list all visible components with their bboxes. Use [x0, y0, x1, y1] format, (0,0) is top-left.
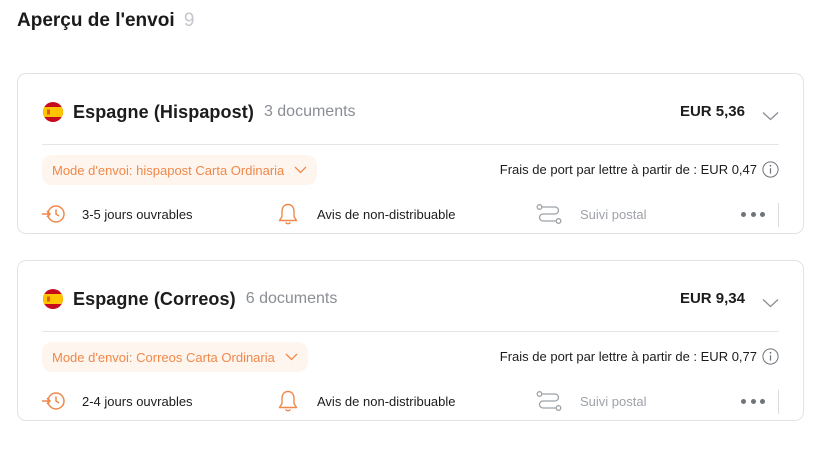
- undeliverable-notice-label: Avis de non-distribuable: [317, 393, 456, 409]
- more-dot: [760, 398, 765, 404]
- shipment-count: 9: [183, 10, 195, 31]
- more-dot: [750, 398, 756, 404]
- chevron-down-icon: [285, 353, 298, 361]
- postage-text: Frais de port par lettre à partir de : E…: [499, 349, 757, 364]
- shipment-price: EUR 5,36: [679, 103, 745, 120]
- shipment-card: Espagne (Correos) 6 documents EUR 9,34 M…: [17, 260, 804, 421]
- vertical-divider: [778, 203, 779, 227]
- shipment-card-header: Espagne (Hispapost) 3 documents: [43, 99, 356, 125]
- undeliverable-notice: Avis de non-distribuable: [275, 202, 456, 226]
- shipping-mode-select[interactable]: Mode d'envoi: hispapost Carta Ordinaria: [42, 155, 318, 185]
- delivery-time-label: 3-5 jours ouvrables: [82, 206, 193, 222]
- undeliverable-notice: Avis de non-distribuable: [275, 389, 456, 413]
- info-icon[interactable]: [762, 348, 779, 365]
- shipment-country: Espagne (Hispapost): [73, 101, 254, 122]
- postal-tracking: Suivi postal: [536, 389, 646, 413]
- chevron-down-icon[interactable]: [762, 108, 779, 121]
- info-icon[interactable]: [762, 161, 779, 178]
- spain-flag-icon: [43, 102, 63, 122]
- undeliverable-notice-label: Avis de non-distribuable: [317, 206, 456, 222]
- route-icon: [536, 389, 562, 413]
- shipping-mode-label: Mode d'envoi: hispapost Carta Ordinaria: [52, 162, 285, 178]
- bell-icon: [275, 389, 301, 413]
- shipping-mode-select[interactable]: Mode d'envoi: Correos Carta Ordinaria: [42, 342, 308, 372]
- shipment-card: Espagne (Hispapost) 3 documents EUR 5,36…: [17, 73, 804, 234]
- shipment-doc-count: 3 documents: [263, 103, 356, 120]
- divider: [42, 144, 779, 145]
- vertical-divider: [778, 390, 779, 414]
- page-header: Aperçu de l'envoi 9: [17, 10, 194, 32]
- clock-arrow-icon: [41, 202, 67, 226]
- spain-flag-icon: [43, 289, 63, 309]
- clock-arrow-icon: [41, 389, 67, 413]
- postal-tracking-label: Suivi postal: [580, 206, 647, 222]
- page-title: Aperçu de l'envoi: [17, 10, 175, 31]
- route-icon: [536, 202, 562, 226]
- more-dot: [760, 211, 765, 217]
- more-dot: [741, 211, 746, 217]
- postage-info: Frais de port par lettre à partir de : E…: [500, 161, 779, 178]
- postal-tracking-label: Suivi postal: [580, 393, 647, 409]
- bell-icon: [275, 202, 301, 226]
- delivery-time: 2-4 jours ouvrables: [41, 389, 193, 413]
- chevron-down-icon: [294, 166, 307, 174]
- more-dot: [750, 211, 756, 217]
- shipment-card-header: Espagne (Correos) 6 documents: [43, 286, 337, 312]
- more-options-button[interactable]: [741, 204, 765, 224]
- chevron-down-icon[interactable]: [762, 295, 779, 308]
- shipment-doc-count: 6 documents: [245, 290, 338, 307]
- delivery-time-label: 2-4 jours ouvrables: [82, 393, 193, 409]
- shipping-mode-label: Mode d'envoi: Correos Carta Ordinaria: [52, 349, 275, 365]
- more-options-button[interactable]: [741, 391, 765, 411]
- postal-tracking: Suivi postal: [536, 202, 646, 226]
- delivery-time: 3-5 jours ouvrables: [41, 202, 193, 226]
- more-dot: [741, 398, 746, 404]
- divider: [42, 331, 779, 332]
- shipment-country: Espagne (Correos): [73, 288, 236, 309]
- postage-info: Frais de port par lettre à partir de : E…: [500, 348, 779, 365]
- postage-text: Frais de port par lettre à partir de : E…: [499, 162, 757, 177]
- shipment-price: EUR 9,34: [679, 290, 745, 307]
